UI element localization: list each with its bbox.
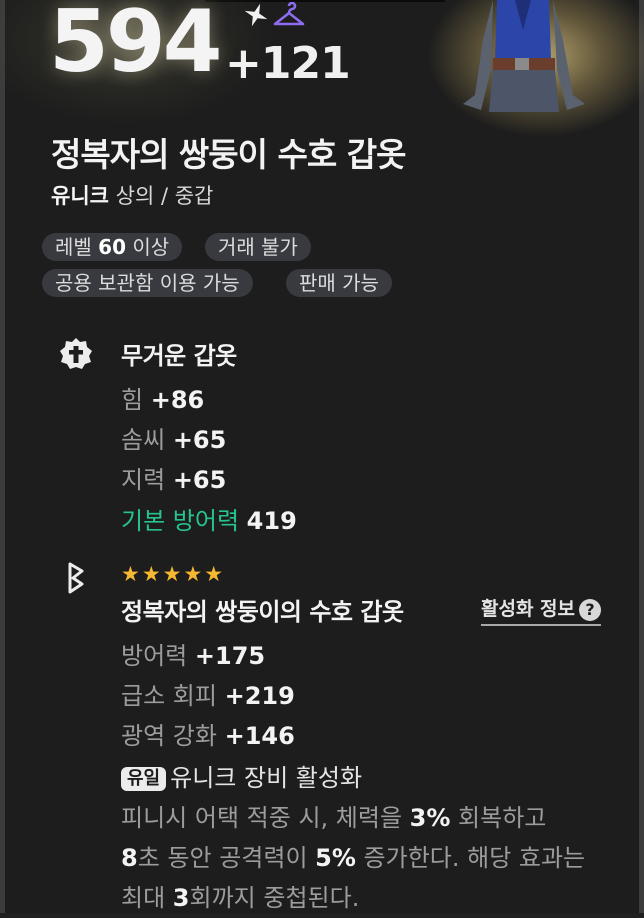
star-rating: ★★★★★ <box>121 562 226 586</box>
stat-value: +146 <box>224 722 295 750</box>
stat-value: +86 <box>150 386 205 414</box>
rune-icon <box>68 562 84 594</box>
item-category: 유니크 상의 / 중갑 <box>51 180 213 210</box>
section-heading-set: 정복자의 쌍둥이의 수호 갑옷 <box>121 598 404 626</box>
activation-info-link[interactable]: 활성화 정보? <box>481 594 602 626</box>
stat-label: 기본 방어력 <box>121 507 240 535</box>
desc-number: 3% <box>409 804 451 832</box>
desc-text: 초 동안 공격력이 <box>137 844 316 872</box>
stat-label: 지력 <box>121 466 166 494</box>
stat-strength: 힘 +86 <box>121 380 204 415</box>
stat-value: +65 <box>172 426 227 454</box>
desc-number: 5% <box>315 844 356 872</box>
stat-value: 419 <box>246 507 297 535</box>
activation-info-label[interactable]: 활성화 정보 <box>481 598 575 620</box>
stat-defense: 방어력 +175 <box>121 636 265 671</box>
stat-label: 방어력 <box>121 642 188 670</box>
desc-text: 피니시 어택 적중 시, 체력을 <box>121 804 410 832</box>
stat-base-defense: 기본 방어력 419 <box>121 501 297 536</box>
stat-label: 힘 <box>121 386 144 414</box>
item-tooltip: 594 +121 정복자의 쌍둥이 수호 갑옷 유니크 상의 / 중갑 레벨 6… <box>0 0 644 913</box>
armor-icon <box>463 0 585 112</box>
sparkle-icon <box>244 3 268 27</box>
section-heading-base: 무거운 갑옷 <box>121 342 237 370</box>
item-rarity: 유니크 <box>51 184 109 208</box>
stat-label: 급소 회피 <box>121 682 217 710</box>
stat-value: +175 <box>194 642 266 670</box>
unique-activation: 유일 유니크 장비 활성화 <box>121 758 362 793</box>
effect-description: 피니시 어택 적중 시, 체력을 3% 회복하고 8초 동안 공격력이 5% 증… <box>121 798 621 918</box>
tag-sell: 판매 가능 <box>286 269 392 297</box>
stat-label: 솜씨 <box>121 426 166 454</box>
gear-score: 594 <box>49 0 223 92</box>
tag-level-requirement: 레벨 60 이상 <box>42 233 183 261</box>
desc-text: 증가한다. 해당 효과는 <box>355 844 586 872</box>
unique-text: 유니크 장비 활성화 <box>170 764 363 792</box>
tag-trade: 거래 불가 <box>205 233 311 261</box>
tag-level-value: 60 <box>98 235 127 259</box>
stat-dexterity: 솜씨 +65 <box>121 420 226 455</box>
tag-level-suffix: 이상 <box>132 235 170 259</box>
desc-number: 8 <box>121 844 138 872</box>
help-icon[interactable]: ? <box>579 598 602 621</box>
desc-text: 회복하고 <box>450 804 547 832</box>
desc-number: 3 <box>172 884 190 912</box>
gear-score-bonus: +121 <box>225 38 351 89</box>
item-name: 정복자의 쌍둥이 수호 갑옷 <box>51 135 406 174</box>
tag-level-prefix: 레벨 <box>55 235 92 259</box>
item-type: 상의 / 중갑 <box>115 184 214 208</box>
desc-text: 최대 <box>121 884 173 912</box>
unique-badge: 유일 <box>121 767 167 791</box>
medal-icon <box>60 338 92 369</box>
desc-text: 회까지 중첩된다. <box>189 884 360 912</box>
stat-value: +65 <box>172 466 227 494</box>
hanger-icon <box>273 2 305 26</box>
tag-storage: 공용 보관함 이용 가능 <box>42 269 253 297</box>
stat-value: +219 <box>224 682 295 710</box>
stat-intelligence: 지력 +65 <box>121 460 226 495</box>
stat-area-enhance: 광역 강화 +146 <box>121 716 295 751</box>
stat-critical-evasion: 급소 회피 +219 <box>121 676 295 711</box>
stat-label: 광역 강화 <box>121 722 217 750</box>
